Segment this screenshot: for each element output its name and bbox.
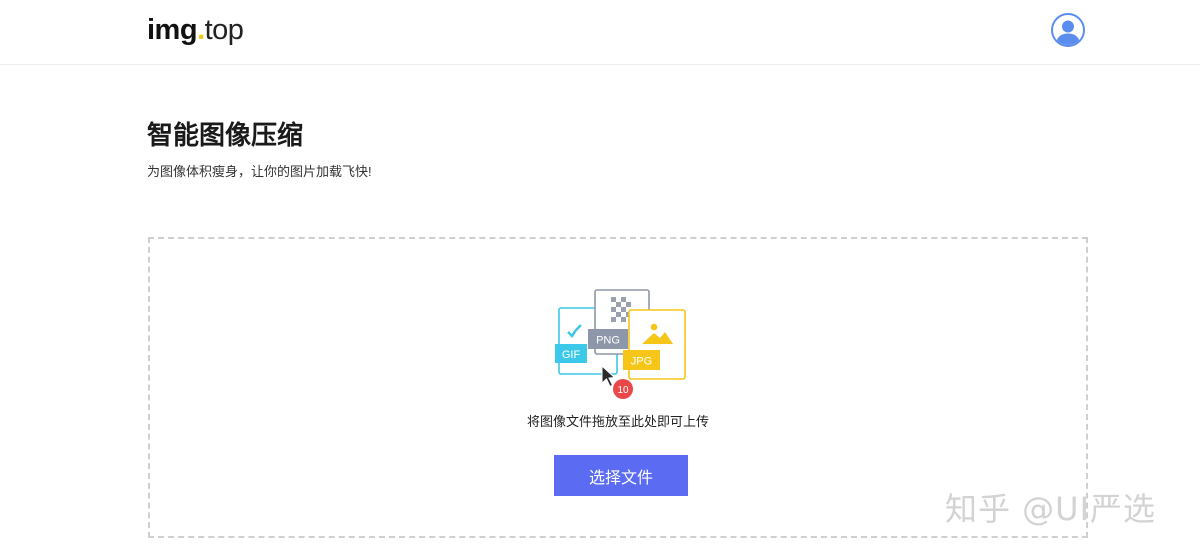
png-label: PNG — [596, 335, 620, 347]
gif-label: GIF — [562, 349, 581, 361]
page-title: 智能图像压缩 — [147, 120, 304, 150]
logo-brand: img — [147, 14, 198, 46]
jpg-file-icon: JPG — [623, 309, 686, 380]
file-count-text: 10 — [617, 385, 629, 396]
file-count-badge: 10 — [613, 379, 633, 399]
watermark: 知乎 @UI严选 — [945, 490, 1157, 528]
logo-dot: . — [197, 14, 205, 46]
logo-tld: top — [204, 14, 244, 46]
drop-hint-text: 将图像文件拖放至此处即可上传 — [526, 414, 709, 429]
choose-file-button[interactable]: 选择文件 — [554, 455, 688, 496]
user-silhouette-icon — [1056, 20, 1080, 45]
site-logo[interactable]: img.top — [147, 12, 244, 48]
top-header: img.top — [0, 0, 1200, 65]
page-subtitle: 为图像体积瘦身，让你的图片加载飞快! — [147, 164, 372, 179]
file-types-illustration: GIF PNG JPG 10 — [555, 289, 686, 399]
jpg-label: JPG — [631, 356, 652, 368]
user-avatar-icon[interactable] — [1051, 13, 1085, 47]
